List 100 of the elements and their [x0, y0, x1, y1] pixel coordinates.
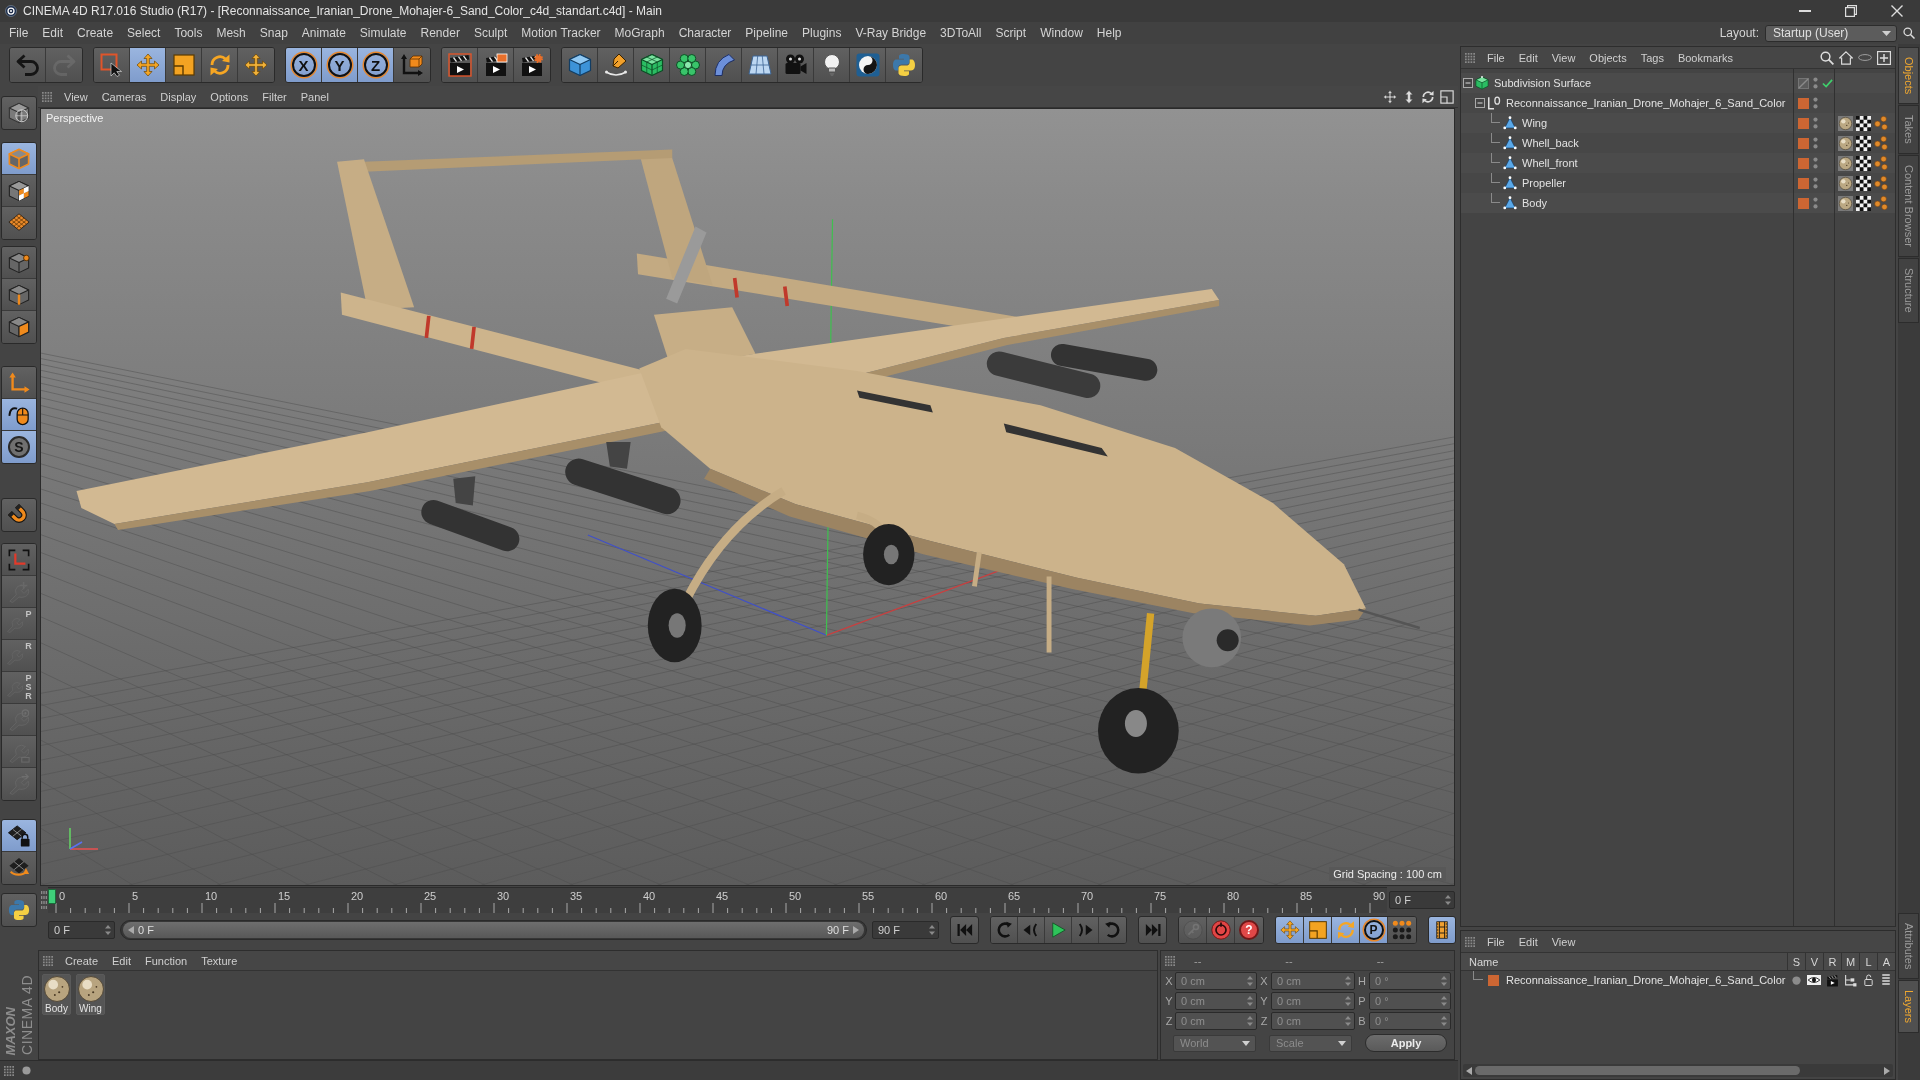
python-button[interactable]: [1, 893, 37, 927]
position-key-button[interactable]: [1276, 917, 1304, 943]
menu-item[interactable]: Filter: [255, 87, 294, 106]
coordinate-system-button[interactable]: [394, 48, 430, 82]
tweak-mode-button[interactable]: [2, 399, 36, 431]
menu-item[interactable]: Sculpt: [466, 23, 515, 43]
deformer-button[interactable]: [706, 48, 742, 82]
pen-button[interactable]: [598, 48, 634, 82]
column-header[interactable]: A: [1877, 953, 1895, 970]
side-tab[interactable]: Objects: [1898, 47, 1919, 105]
menu-item[interactable]: Function: [138, 951, 195, 970]
menu-item[interactable]: Simulate: [352, 23, 414, 43]
menu-item[interactable]: View: [1544, 932, 1583, 951]
python-button[interactable]: [886, 48, 922, 82]
object-row[interactable]: Wing: [1461, 113, 1895, 133]
apply-button[interactable]: Apply: [1365, 1034, 1447, 1052]
menu-item[interactable]: V-Ray Bridge: [848, 23, 934, 43]
menu-item[interactable]: Tags: [1633, 48, 1671, 67]
pan-view-button[interactable]: [1383, 89, 1397, 104]
horizontal-scrollbar[interactable]: [1463, 1064, 1893, 1077]
align-workplane-button[interactable]: [2, 852, 36, 884]
menu-item[interactable]: Script: [988, 23, 1034, 43]
side-tab[interactable]: Structure: [1898, 258, 1919, 323]
autokey-button[interactable]: [1207, 917, 1235, 943]
menu-item[interactable]: Help: [1089, 23, 1129, 43]
scrollbar-thumb[interactable]: [1475, 1066, 1800, 1075]
skip-to-start-button[interactable]: [950, 916, 979, 944]
menu-item[interactable]: Render: [413, 23, 467, 43]
side-tab[interactable]: Layers: [1898, 979, 1919, 1033]
menu-item[interactable]: Select: [120, 23, 168, 43]
menu-item[interactable]: Mesh: [209, 23, 253, 43]
menu-item[interactable]: Create: [58, 951, 106, 970]
axis-toggle-button[interactable]: Y: [322, 48, 358, 82]
menu-item[interactable]: Cameras: [94, 87, 154, 106]
side-tab[interactable]: Content Browser: [1898, 155, 1919, 257]
column-header[interactable]: V: [1805, 953, 1823, 970]
last-tool-button[interactable]: [238, 48, 274, 82]
next-frame-button[interactable]: [1072, 917, 1099, 943]
subdivision-button[interactable]: [634, 48, 670, 82]
menu-item[interactable]: Edit: [1511, 48, 1545, 67]
render-settings-button[interactable]: [514, 48, 550, 82]
cloner-button[interactable]: [670, 48, 706, 82]
points-mode-button[interactable]: [2, 247, 36, 279]
menu-item[interactable]: Animate: [294, 23, 353, 43]
menu-item[interactable]: Texture: [194, 951, 245, 970]
light-button[interactable]: [814, 48, 850, 82]
scale-key-button[interactable]: [1304, 917, 1332, 943]
axis-toggle-button[interactable]: Z: [358, 48, 394, 82]
viewport[interactable]: Perspective Grid Spacing : 100 cm: [40, 108, 1455, 886]
menu-item[interactable]: Window: [1033, 23, 1090, 43]
object-row[interactable]: Subdivision Surface: [1461, 73, 1895, 93]
next-key-button[interactable]: [1099, 917, 1126, 943]
rotation-key-button[interactable]: [1332, 917, 1360, 943]
toggle-panel-button[interactable]: [1440, 89, 1454, 104]
menu-item[interactable]: Edit: [1511, 932, 1545, 951]
menu-item[interactable]: Character: [671, 23, 739, 43]
axis-toggle-button[interactable]: X: [286, 48, 322, 82]
render-picture-button[interactable]: [478, 48, 514, 82]
material-item[interactable]: Wing: [76, 974, 105, 1015]
floor-button[interactable]: [742, 48, 778, 82]
object-row[interactable]: Whell_front: [1461, 153, 1895, 173]
menu-item[interactable]: Tools: [167, 23, 210, 43]
menu-item[interactable]: MoGraph: [607, 23, 672, 43]
solo-button[interactable]: S: [2, 431, 36, 463]
menu-item[interactable]: Motion Tracker: [514, 23, 608, 43]
side-tab[interactable]: Takes: [1898, 105, 1919, 155]
workplane-mode-button[interactable]: [2, 207, 36, 239]
layer-row[interactable]: Reconnaissance_Iranian_Drone_Mohajer_6_Sand_Color: [1461, 971, 1895, 989]
axis-mode-button[interactable]: [2, 367, 36, 399]
menu-item[interactable]: 3DToAll: [933, 23, 989, 43]
current-frame-field[interactable]: 0 F: [1389, 891, 1455, 909]
menu-item[interactable]: File: [2, 23, 36, 43]
rotate-tool-button[interactable]: [202, 48, 238, 82]
menu-item[interactable]: Plugins: [795, 23, 849, 43]
menu-item[interactable]: Edit: [35, 23, 71, 43]
previous-frame-button[interactable]: [1018, 917, 1045, 943]
orbit-view-button[interactable]: [1421, 89, 1435, 104]
menu-item[interactable]: Bookmarks: [1670, 48, 1740, 67]
playhead-marker[interactable]: [48, 889, 56, 904]
play-button[interactable]: [1045, 917, 1072, 943]
snap-button[interactable]: [1, 498, 37, 532]
new-panel-button[interactable]: [1877, 50, 1891, 65]
menu-item[interactable]: Pipeline: [738, 23, 796, 43]
timeline-ruler[interactable]: 0 5 10 15 20 25 30 35 40 45 50 55 60 65 70 75 80 85 90: [48, 887, 1387, 913]
column-header[interactable]: Name: [1461, 953, 1787, 970]
menu-item[interactable]: Options: [203, 87, 256, 106]
scale-tool-button[interactable]: [166, 48, 202, 82]
previous-key-button[interactable]: [991, 917, 1018, 943]
edges-mode-button[interactable]: [2, 279, 36, 311]
model-mode-button[interactable]: [2, 143, 36, 175]
move-tool-button[interactable]: [130, 48, 166, 82]
plugin-button[interactable]: [850, 48, 886, 82]
skip-to-end-button[interactable]: [1138, 916, 1167, 944]
point-level-button[interactable]: [1388, 917, 1416, 943]
material-item[interactable]: Body: [42, 974, 71, 1015]
side-tab[interactable]: Attributes: [1898, 912, 1919, 979]
make-editable-button[interactable]: [1, 96, 37, 130]
menu-item[interactable]: File: [1480, 48, 1512, 67]
texture-mode-button[interactable]: [2, 175, 36, 207]
menu-item[interactable]: Snap: [252, 23, 295, 43]
